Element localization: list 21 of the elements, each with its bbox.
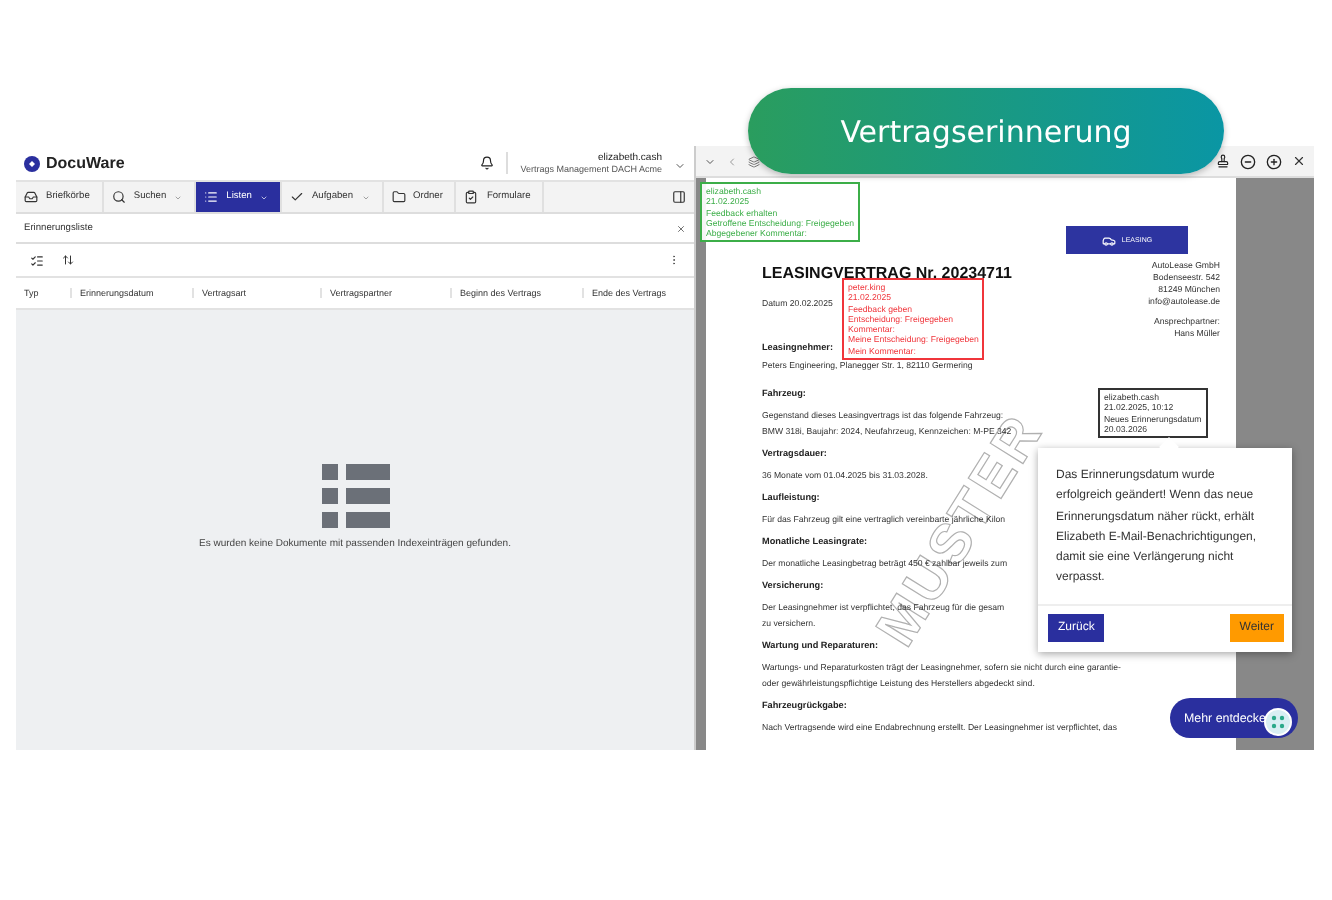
sort-icon[interactable] xyxy=(62,254,74,266)
zoom-out-icon[interactable] xyxy=(1240,153,1256,169)
car-icon xyxy=(1101,233,1116,247)
list-view-icon[interactable] xyxy=(30,253,44,267)
nav-icon xyxy=(111,190,126,204)
nav-icon xyxy=(24,190,38,204)
layers-icon[interactable] xyxy=(748,155,760,167)
nav-icon xyxy=(204,190,219,204)
nav-icon xyxy=(289,190,304,204)
panel-icon[interactable] xyxy=(672,190,686,204)
title-banner: Vertragserinnerung xyxy=(748,88,1224,174)
app-logo: DocuWare xyxy=(46,154,125,172)
zoom-in-icon[interactable] xyxy=(1266,153,1282,169)
nav-icon xyxy=(464,190,479,204)
logo-icon xyxy=(24,155,40,171)
empty-list-icon xyxy=(321,464,389,528)
document-title: LEASINGVERTRAG Nr. 20234711 xyxy=(762,264,1012,282)
bell-icon[interactable] xyxy=(480,156,495,170)
stamp-icon[interactable] xyxy=(1216,154,1230,168)
close-icon[interactable] xyxy=(1292,154,1306,168)
nav-icon xyxy=(391,190,406,204)
